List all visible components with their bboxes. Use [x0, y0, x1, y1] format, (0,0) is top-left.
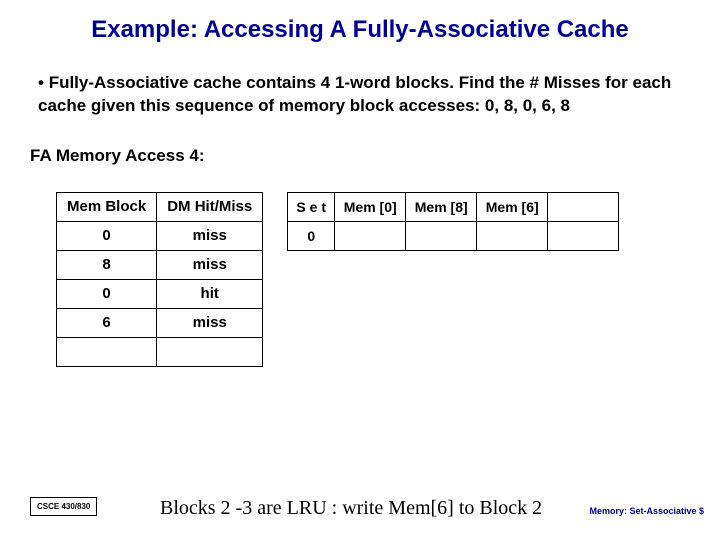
cell: 8 — [57, 250, 157, 279]
cell: 0 — [57, 279, 157, 308]
cell-empty — [406, 221, 477, 250]
cache-state-table: S e t Mem [0] Mem [8] Mem [6] 0 — [287, 192, 619, 251]
conclusion-text: Blocks 2 -3 are LRU : write Mem[6] to Bl… — [160, 497, 542, 520]
cell: miss — [157, 308, 263, 337]
cell: hit — [157, 279, 263, 308]
cell: 0 — [288, 221, 335, 250]
right-footer: Memory: Set-Associative $ — [589, 506, 704, 516]
cell: miss — [157, 221, 263, 250]
cell-empty — [157, 337, 263, 366]
course-code: CSCE 430/830 — [30, 497, 97, 516]
th-set: S e t — [288, 192, 335, 221]
th-mem8: Mem [8] — [406, 192, 477, 221]
th-hitmiss: DM Hit/Miss — [157, 192, 263, 221]
th-memblock: Mem Block — [57, 192, 157, 221]
problem-statement: Fully-Associative cache contains 4 1-wor… — [38, 72, 690, 118]
cell: 6 — [57, 308, 157, 337]
th-mem6: Mem [6] — [477, 192, 548, 221]
cell: miss — [157, 250, 263, 279]
access-table: Mem Block DM Hit/Miss 0 miss 8 miss 0 hi… — [56, 192, 263, 367]
cell: 0 — [57, 221, 157, 250]
th-mem0: Mem [0] — [335, 192, 406, 221]
cell-empty — [57, 337, 157, 366]
slide-title: Example: Accessing A Fully-Associative C… — [30, 16, 690, 44]
access-heading: FA Memory Access 4: — [30, 146, 690, 166]
th-empty — [548, 192, 619, 221]
cell-empty — [335, 221, 406, 250]
cell-empty — [477, 221, 548, 250]
cell-empty — [548, 221, 619, 250]
